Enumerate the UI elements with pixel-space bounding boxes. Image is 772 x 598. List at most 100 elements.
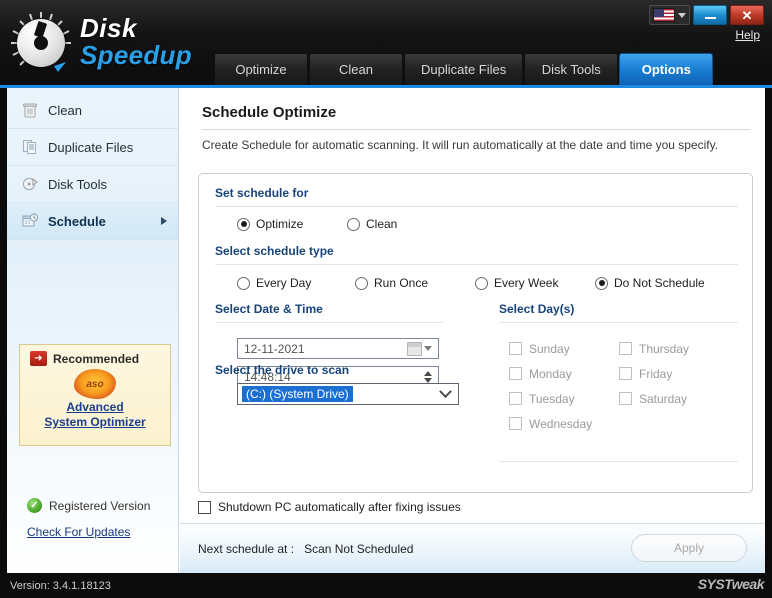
checkbox-saturday[interactable]: Saturday xyxy=(619,386,689,411)
checkbox-indicator xyxy=(509,342,522,355)
advanced-system-optimizer-link-line2[interactable]: System Optimizer xyxy=(20,415,170,430)
checkbox-label: Sunday xyxy=(529,341,570,356)
sidebar-item-disk-tools[interactable]: Disk Tools xyxy=(7,166,178,203)
checkbox-label: Monday xyxy=(529,366,572,381)
drive-select[interactable]: (C:) (System Drive) xyxy=(237,383,459,405)
schedule-type-radio-group: Every Day Run Once Every Week Do Not Sch… xyxy=(237,276,705,290)
checkbox-label: Friday xyxy=(639,366,673,381)
tab-disk-tools[interactable]: Disk Tools xyxy=(524,53,619,85)
sidebar-item-clean[interactable]: Clean xyxy=(7,92,178,129)
next-schedule-status: Next schedule at : Scan Not Scheduled xyxy=(198,542,413,556)
radio-label: Optimize xyxy=(256,217,304,231)
sidebar-item-label: Disk Tools xyxy=(48,176,108,192)
chevron-right-icon xyxy=(161,217,167,225)
radio-label: Do Not Schedule xyxy=(614,276,705,290)
speedometer-dial-icon xyxy=(8,10,74,76)
advanced-system-optimizer-link-line1[interactable]: Advanced xyxy=(20,400,170,415)
window-controls: ✕ xyxy=(649,5,764,25)
recommended-promo-box[interactable]: ➜ Recommended aso Advanced System Optimi… xyxy=(19,344,171,446)
main-tab-bar: Optimize Clean Duplicate Files Disk Tool… xyxy=(214,51,714,85)
radio-indicator xyxy=(595,276,608,290)
brand-line-1: Disk xyxy=(80,12,137,43)
checkbox-label: Thursday xyxy=(639,341,690,356)
checkbox-indicator xyxy=(619,342,632,355)
spinner-up-icon xyxy=(424,370,432,376)
tab-optimize[interactable]: Optimize xyxy=(214,53,308,85)
select-date-time-label: Select Date & Time xyxy=(215,302,323,316)
radio-indicator xyxy=(237,217,250,231)
sidebar-nav: Clean Duplicate Files Disk Tools Schedul… xyxy=(7,88,178,240)
chevron-down-icon xyxy=(439,384,452,398)
checkbox-label: Wednesday xyxy=(529,416,593,431)
minimize-button[interactable] xyxy=(693,5,727,25)
checkbox-tuesday[interactable]: Tuesday xyxy=(509,386,592,411)
checkbox-thursday[interactable]: Thursday xyxy=(619,336,689,361)
radio-option-every-week[interactable]: Every Week xyxy=(475,276,595,290)
checkbox-indicator xyxy=(509,367,522,380)
days-column-left: Sunday Monday Tuesday Wednesday xyxy=(509,336,592,436)
set-schedule-for-radio-group: Optimize Clean xyxy=(237,217,397,231)
set-schedule-for-divider xyxy=(215,206,738,207)
checkbox-label: Saturday xyxy=(639,391,688,406)
radio-indicator xyxy=(347,217,360,231)
disk-tools-icon xyxy=(22,177,38,191)
radio-option-optimize[interactable]: Optimize xyxy=(237,217,347,231)
radio-indicator xyxy=(475,276,488,290)
select-schedule-type-divider xyxy=(215,264,738,265)
radio-label: Every Day xyxy=(256,276,312,290)
select-days-label: Select Day(s) xyxy=(499,302,575,316)
radio-option-do-not-schedule[interactable]: Do Not Schedule xyxy=(595,276,705,290)
page-title: Schedule Optimize xyxy=(202,104,337,121)
checkbox-wednesday[interactable]: Wednesday xyxy=(509,411,592,436)
tab-duplicate-files[interactable]: Duplicate Files xyxy=(404,53,524,85)
watermark-label: SYSTweak xyxy=(697,576,765,592)
checkbox-shutdown-pc[interactable]: Shutdown PC automatically after fixing i… xyxy=(198,500,461,514)
sidebar-item-schedule[interactable]: Schedule xyxy=(7,203,178,240)
sidebar-item-duplicate-files[interactable]: Duplicate Files xyxy=(7,129,178,166)
tab-clean[interactable]: Clean xyxy=(309,53,403,85)
checkbox-indicator xyxy=(619,392,632,405)
checkbox-sunday[interactable]: Sunday xyxy=(509,336,592,361)
check-for-updates-link[interactable]: Check For Updates xyxy=(27,525,130,539)
date-input[interactable]: 12-11-2021 xyxy=(237,338,439,359)
trash-can-icon xyxy=(23,103,37,118)
registered-version-label: Registered Version xyxy=(49,498,151,513)
radio-option-every-day[interactable]: Every Day xyxy=(237,276,355,290)
spinner-down-icon xyxy=(424,377,432,383)
checkbox-friday[interactable]: Friday xyxy=(619,361,689,386)
calendar-clock-icon xyxy=(22,213,39,227)
radio-indicator xyxy=(237,276,250,290)
radio-option-clean[interactable]: Clean xyxy=(347,217,397,231)
checkbox-indicator xyxy=(509,392,522,405)
close-button[interactable]: ✕ xyxy=(730,5,764,25)
calendar-icon xyxy=(407,341,422,356)
status-bar: Version: 3.4.1.18123 SYSTweak xyxy=(0,573,772,598)
radio-option-run-once[interactable]: Run Once xyxy=(355,276,475,290)
select-drive-label: Select the drive to scan xyxy=(215,363,350,377)
chevron-down-icon xyxy=(678,12,686,18)
select-date-time-divider xyxy=(215,322,443,323)
recommended-header: ➜ Recommended xyxy=(20,345,170,366)
checkbox-label: Tuesday xyxy=(529,391,575,406)
minimize-icon xyxy=(704,16,716,19)
tab-options[interactable]: Options xyxy=(619,53,714,85)
checkbox-indicator xyxy=(509,417,522,430)
schedule-settings-panel: Set schedule for Optimize Clean Select s… xyxy=(198,173,753,493)
spinner-icon[interactable] xyxy=(421,370,435,383)
sidebar-item-label: Duplicate Files xyxy=(48,139,134,155)
next-schedule-label: Next schedule at : xyxy=(198,542,295,556)
language-selector[interactable] xyxy=(649,5,690,25)
title-bar: Disk Speedup ✕ Help Optimize Clean Dupli… xyxy=(0,0,772,88)
checkbox-monday[interactable]: Monday xyxy=(509,361,592,386)
sidebar-item-label: Schedule xyxy=(48,213,106,229)
checkbox-label: Shutdown PC automatically after fixing i… xyxy=(218,500,461,514)
drive-selected-value: (C:) (System Drive) xyxy=(242,386,353,402)
radio-indicator xyxy=(355,276,368,290)
window-body: Clean Duplicate Files Disk Tools Schedul… xyxy=(0,88,772,573)
us-flag-icon xyxy=(653,8,675,22)
help-link[interactable]: Help xyxy=(735,28,760,42)
green-check-icon: ✓ xyxy=(27,498,42,513)
recommended-title: Recommended xyxy=(53,351,140,366)
apply-button[interactable]: Apply xyxy=(631,534,747,562)
sidebar: Clean Duplicate Files Disk Tools Schedul… xyxy=(7,88,179,573)
